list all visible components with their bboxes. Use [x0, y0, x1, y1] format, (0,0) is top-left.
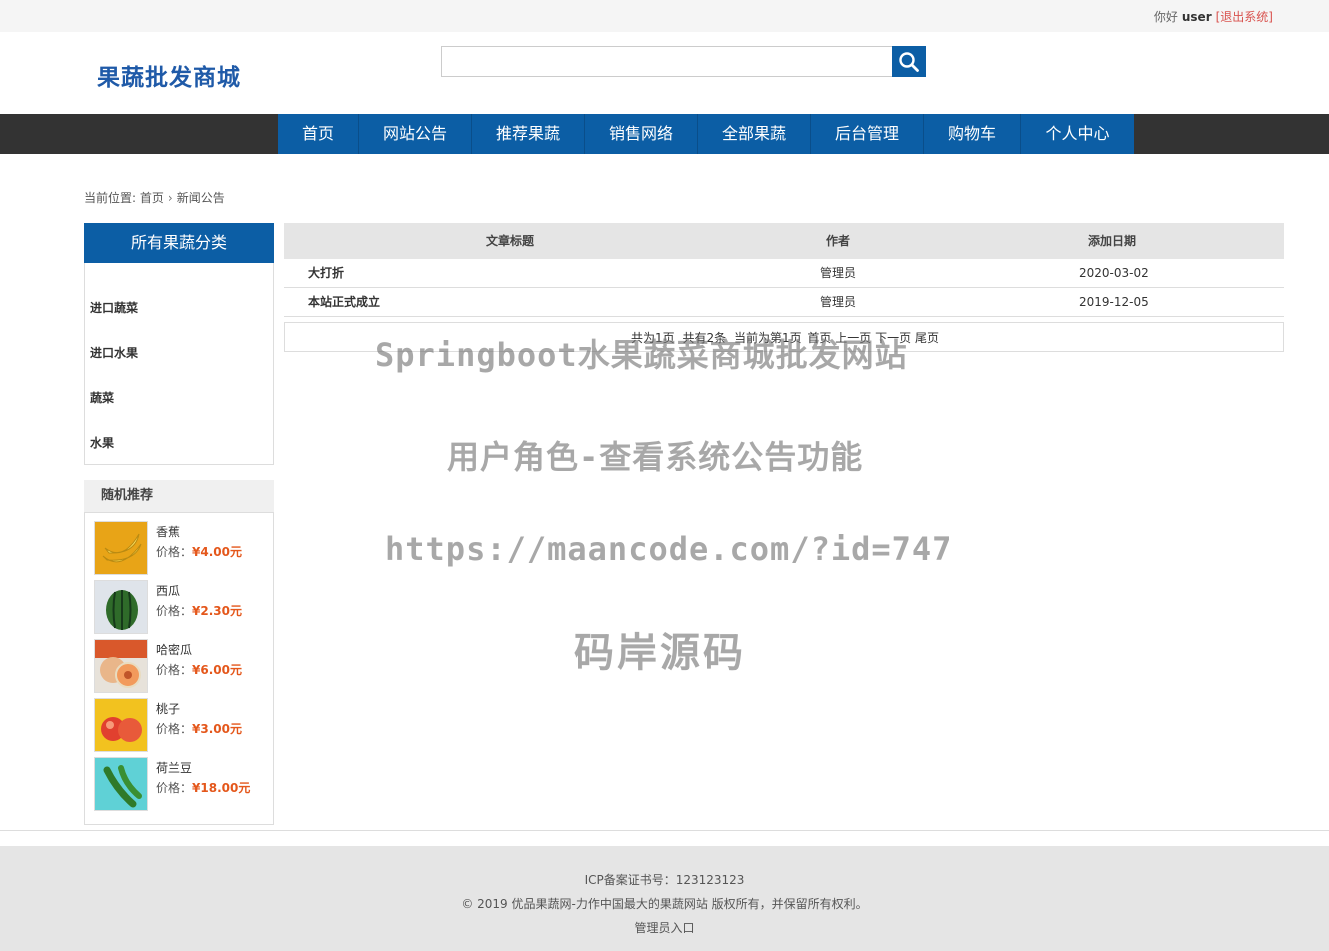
category-item[interactable]: 蔬菜 — [90, 389, 114, 406]
top-bar: 你好 user [退出系统] — [0, 0, 1329, 32]
footer-icp: ICP备案证书号：123123123 — [584, 873, 745, 887]
product-price: 价格：¥18.00元 — [156, 781, 251, 795]
recommend-item[interactable]: 哈密瓜 价格：¥6.00元 — [94, 639, 269, 694]
nav-bar: 首页 网站公告 推荐果蔬 销售网络 全部果蔬 后台管理 购物车 个人中心 — [0, 114, 1329, 154]
admin-entry-link[interactable]: 管理员入口 — [634, 921, 694, 935]
watermelon-icon — [95, 581, 147, 633]
pager-last-link[interactable]: 尾页 — [915, 331, 939, 345]
watermark-line: 码岸源码 — [574, 630, 746, 676]
product-thumbnail[interactable] — [94, 698, 148, 752]
product-thumbnail[interactable] — [94, 580, 148, 634]
recommend-item[interactable]: 西瓜 价格：¥2.30元 — [94, 580, 269, 635]
recommend-item[interactable]: 桃子 价格：¥3.00元 — [94, 698, 269, 753]
article-title-link[interactable]: 本站正式成立 — [308, 288, 380, 317]
nav-item-cart[interactable]: 购物车 — [924, 114, 1021, 154]
site-logo[interactable]: 果蔬批发商城 — [97, 58, 241, 92]
table-header: 文章标题 作者 添加日期 — [284, 223, 1284, 259]
watermark-line: https://maancode.com/?id=747 — [385, 530, 953, 568]
product-name[interactable]: 西瓜 — [156, 582, 180, 599]
search-input[interactable] — [441, 46, 893, 77]
footer-copyright: © 2019 优品果蔬网-力作中国最大的果蔬网站 版权所有，并保留所有权利。 — [461, 897, 868, 911]
column-header-date: 添加日期 — [1088, 234, 1137, 248]
article-date: 2020-03-02 — [1079, 266, 1149, 280]
user-greeting: 你好 user [退出系统] — [1154, 8, 1273, 25]
product-price: 价格：¥4.00元 — [156, 545, 242, 559]
watermark-line: 用户角色-查看系统公告功能 — [447, 438, 864, 476]
breadcrumb-current: 新闻公告 — [176, 191, 225, 205]
product-name[interactable]: 荷兰豆 — [156, 759, 192, 776]
nav-item-announcements[interactable]: 网站公告 — [359, 114, 472, 154]
product-thumbnail[interactable] — [94, 757, 148, 811]
product-name[interactable]: 香蕉 — [156, 523, 180, 540]
category-item[interactable]: 水果 — [90, 434, 114, 451]
header: 果蔬批发商城 — [0, 32, 1329, 114]
product-thumbnail[interactable] — [94, 521, 148, 575]
category-panel-title: 所有果蔬分类 — [84, 223, 274, 263]
footer-divider — [0, 830, 1329, 831]
product-thumbnail[interactable] — [94, 639, 148, 693]
column-header-title: 文章标题 — [486, 234, 535, 248]
nav-item-recommended[interactable]: 推荐果蔬 — [472, 114, 585, 154]
product-price: 价格：¥2.30元 — [156, 604, 242, 618]
peach-icon — [95, 699, 147, 751]
main-nav: 首页 网站公告 推荐果蔬 销售网络 全部果蔬 后台管理 购物车 个人中心 — [278, 114, 1134, 154]
breadcrumb: 当前位置: 首页 › 新闻公告 — [84, 189, 225, 206]
article-author: 管理员 — [820, 295, 857, 309]
chevron-right-icon: › — [167, 191, 173, 205]
table-row[interactable]: 大打折 管理员 2020-03-02 — [284, 259, 1284, 288]
breadcrumb-home-link[interactable]: 首页 — [140, 191, 164, 205]
price-value: ¥3.00元 — [192, 722, 242, 736]
nav-item-profile[interactable]: 个人中心 — [1021, 114, 1134, 154]
breadcrumb-prefix: 当前位置: — [84, 191, 137, 205]
username: user — [1181, 10, 1212, 24]
product-name[interactable]: 哈密瓜 — [156, 641, 192, 658]
price-value: ¥18.00元 — [192, 781, 251, 795]
cantaloupe-icon — [95, 640, 147, 692]
product-name[interactable]: 桃子 — [156, 700, 180, 717]
nav-item-home[interactable]: 首页 — [278, 114, 359, 154]
price-value: ¥2.30元 — [192, 604, 242, 618]
product-price: 价格：¥3.00元 — [156, 722, 242, 736]
watermark-line: Springboot水果蔬菜商城批发网站 — [375, 336, 908, 374]
nav-item-all-products[interactable]: 全部果蔬 — [698, 114, 811, 154]
category-item[interactable]: 进口蔬菜 — [90, 299, 138, 316]
search-bar — [441, 46, 926, 77]
table-row[interactable]: 本站正式成立 管理员 2019-12-05 — [284, 288, 1284, 317]
recommend-item[interactable]: 荷兰豆 价格：¥18.00元 — [94, 757, 269, 812]
nav-item-sales-network[interactable]: 销售网络 — [585, 114, 698, 154]
footer-admin-link: 管理员入口 — [0, 919, 1329, 936]
recommend-item[interactable]: 香蕉 价格：¥4.00元 — [94, 521, 269, 576]
recommend-panel-title: 随机推荐 — [84, 480, 274, 512]
article-title-link[interactable]: 大打折 — [308, 259, 344, 288]
price-value: ¥4.00元 — [192, 545, 242, 559]
article-date: 2019-12-05 — [1079, 295, 1149, 309]
footer: ICP备案证书号：123123123 © 2019 优品果蔬网-力作中国最大的果… — [0, 846, 1329, 951]
column-header-author: 作者 — [826, 234, 851, 248]
product-price: 价格：¥6.00元 — [156, 663, 242, 677]
snow-pea-icon — [95, 758, 147, 810]
article-author: 管理员 — [820, 266, 857, 280]
recommend-panel: 香蕉 价格：¥4.00元 西瓜 价格：¥2.30元 哈密瓜 价格：¥6.00元 — [84, 512, 274, 825]
category-panel: 所有果蔬分类 进口蔬菜 进口水果 蔬菜 水果 — [84, 223, 274, 465]
price-value: ¥6.00元 — [192, 663, 242, 677]
banana-icon — [95, 522, 147, 574]
search-icon — [899, 51, 919, 72]
category-item[interactable]: 进口水果 — [90, 344, 138, 361]
search-button[interactable] — [892, 46, 926, 77]
logout-link[interactable]: [退出系统] — [1216, 10, 1273, 24]
greeting-text: 你好 — [1153, 10, 1178, 24]
nav-item-admin[interactable]: 后台管理 — [811, 114, 924, 154]
